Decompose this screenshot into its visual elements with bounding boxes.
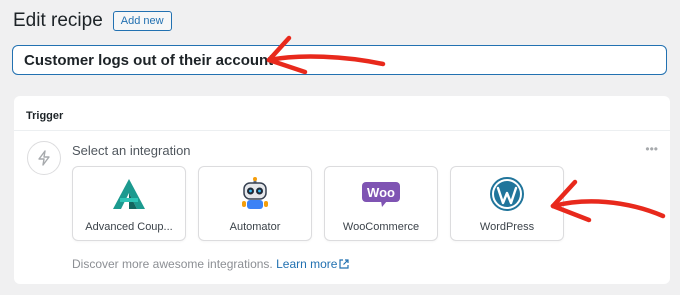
learn-more-link[interactable]: Learn more bbox=[276, 257, 350, 272]
recipe-title-input[interactable] bbox=[12, 45, 667, 75]
integration-automator[interactable]: Automator bbox=[198, 166, 312, 241]
integration-name: WooCommerce bbox=[342, 221, 420, 233]
add-new-button[interactable]: Add new bbox=[112, 11, 172, 31]
advanced-coupons-logo-icon bbox=[112, 177, 146, 211]
ellipsis-icon[interactable]: ••• bbox=[645, 142, 658, 156]
discover-text: Discover more awesome integrations. bbox=[72, 257, 273, 271]
bolt-icon bbox=[27, 141, 61, 175]
integration-wordpress[interactable]: WordPress bbox=[450, 166, 564, 241]
divider bbox=[14, 130, 670, 131]
integration-name: Advanced Coup... bbox=[85, 221, 173, 233]
integration-name: Automator bbox=[229, 221, 281, 233]
page-header: Edit recipe Add new bbox=[13, 10, 172, 32]
trigger-label: Trigger bbox=[26, 110, 64, 122]
discover-integrations-note: Discover more awesome integrations. Lear… bbox=[72, 257, 350, 272]
woocommerce-logo-text: Woo bbox=[367, 185, 395, 200]
integration-advanced-coupons[interactable]: Advanced Coup... bbox=[72, 166, 186, 241]
edit-recipe-page: Edit recipe Add new Trigger Select an in… bbox=[0, 0, 680, 295]
woocommerce-logo-icon: Woo bbox=[361, 177, 401, 211]
integration-woocommerce[interactable]: Woo WooCommerce bbox=[324, 166, 438, 241]
select-integration-label: Select an integration bbox=[72, 143, 191, 158]
page-title: Edit recipe bbox=[13, 10, 103, 31]
automator-robot-icon bbox=[238, 177, 272, 211]
learn-more-label: Learn more bbox=[276, 257, 338, 271]
external-link-icon bbox=[339, 258, 350, 272]
trigger-panel: Trigger Select an integration ••• Advanc… bbox=[14, 96, 670, 284]
wordpress-logo-icon bbox=[490, 177, 524, 211]
integration-list: Advanced Coup... Automator Woo WooCommer… bbox=[72, 166, 564, 241]
integration-name: WordPress bbox=[479, 221, 535, 233]
